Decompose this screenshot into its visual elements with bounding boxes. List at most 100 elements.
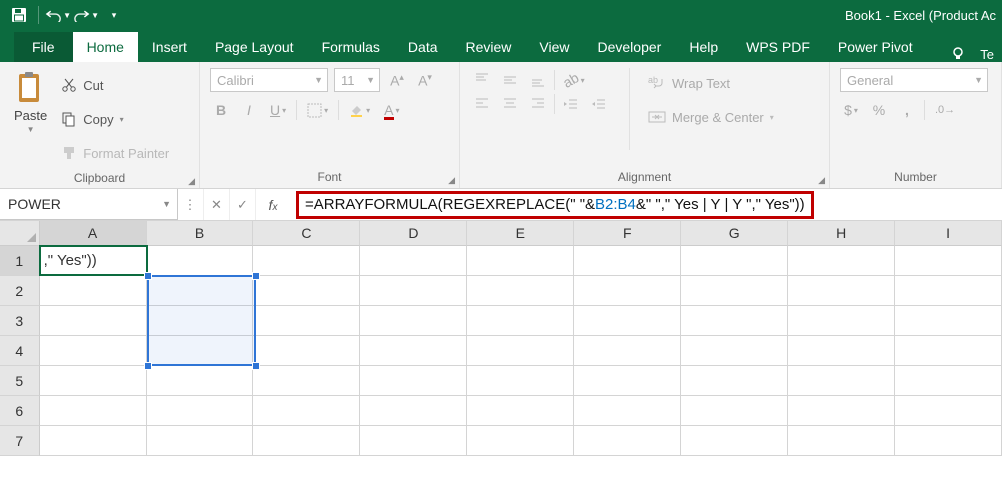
cell-C6[interactable] (253, 396, 360, 426)
cell-H7[interactable] (788, 426, 895, 456)
cell-I4[interactable] (895, 336, 1002, 366)
merge-center-button[interactable]: Merge & Center ▾ (648, 102, 774, 132)
insert-function-button[interactable]: fx (256, 189, 290, 220)
cell-E2[interactable] (467, 276, 574, 306)
cell-D2[interactable] (360, 276, 467, 306)
range-handle[interactable] (144, 272, 152, 280)
row-header-4[interactable]: 4 (0, 336, 40, 366)
cell-H5[interactable] (788, 366, 895, 396)
tab-home[interactable]: Home (73, 32, 138, 62)
cell-F4[interactable] (574, 336, 681, 366)
tab-file[interactable]: File (14, 32, 73, 62)
cell-C7[interactable] (253, 426, 360, 456)
cell-F1[interactable] (574, 246, 681, 276)
col-header-I[interactable]: I (895, 221, 1002, 246)
tab-data[interactable]: Data (394, 32, 452, 62)
cell-G2[interactable] (681, 276, 788, 306)
cell-C4[interactable] (253, 336, 360, 366)
align-bottom-button[interactable] (526, 68, 550, 92)
increase-decimal-button[interactable]: .0→ (931, 98, 959, 122)
cell-A1[interactable]: ," Yes")) (40, 246, 147, 276)
cell-H6[interactable] (788, 396, 895, 426)
worksheet-grid[interactable]: A B C D E F G H I 1 ," Yes")) 2 3 4 5 6 … (0, 221, 1002, 456)
enter-formula-button[interactable]: ✓ (230, 189, 256, 220)
cell-A4[interactable] (40, 336, 147, 366)
cell-E5[interactable] (467, 366, 574, 396)
underline-button[interactable]: U▾ (266, 98, 290, 122)
increase-indent-button[interactable] (587, 92, 611, 116)
cell-A3[interactable] (40, 306, 147, 336)
col-header-C[interactable]: C (253, 221, 360, 246)
align-center-button[interactable] (498, 92, 522, 116)
cell-F7[interactable] (574, 426, 681, 456)
cell-D7[interactable] (360, 426, 467, 456)
range-handle[interactable] (252, 272, 260, 280)
cell-D4[interactable] (360, 336, 467, 366)
row-header-7[interactable]: 7 (0, 426, 40, 456)
cell-I6[interactable] (895, 396, 1002, 426)
col-header-E[interactable]: E (467, 221, 574, 246)
bold-button[interactable]: B (210, 98, 232, 122)
tab-help[interactable]: Help (675, 32, 732, 62)
cell-I1[interactable] (895, 246, 1002, 276)
cell-A6[interactable] (40, 396, 147, 426)
italic-button[interactable]: I (238, 98, 260, 122)
qat-customize[interactable]: ▾ (101, 3, 127, 27)
cell-D5[interactable] (360, 366, 467, 396)
align-middle-button[interactable] (498, 68, 522, 92)
font-name-combo[interactable]: Calibri▼ (210, 68, 328, 92)
cell-B7[interactable] (147, 426, 254, 456)
save-button[interactable] (6, 3, 32, 27)
cell-E7[interactable] (467, 426, 574, 456)
formula-bar-expand[interactable]: ⋮ (178, 189, 204, 220)
cell-B6[interactable] (147, 396, 254, 426)
col-header-F[interactable]: F (574, 221, 681, 246)
range-handle[interactable] (144, 362, 152, 370)
cell-F6[interactable] (574, 396, 681, 426)
cell-G7[interactable] (681, 426, 788, 456)
dialog-launcher-icon[interactable]: ◢ (188, 176, 195, 187)
undo-button[interactable]: ▼ (45, 3, 71, 27)
row-header-6[interactable]: 6 (0, 396, 40, 426)
cell-A5[interactable] (40, 366, 147, 396)
decrease-indent-button[interactable] (559, 92, 583, 116)
comma-button[interactable]: , (896, 98, 918, 122)
orientation-button[interactable]: ab▾ (559, 68, 589, 92)
col-header-D[interactable]: D (360, 221, 467, 246)
cell-D1[interactable] (360, 246, 467, 276)
cell-H1[interactable] (788, 246, 895, 276)
col-header-B[interactable]: B (147, 221, 254, 246)
accounting-format-button[interactable]: $▾ (840, 98, 862, 122)
tab-view[interactable]: View (525, 32, 583, 62)
dialog-launcher-icon[interactable]: ◢ (818, 175, 825, 186)
cell-H4[interactable] (788, 336, 895, 366)
cell-B2[interactable] (147, 276, 254, 306)
cell-D6[interactable] (360, 396, 467, 426)
cell-G1[interactable] (681, 246, 788, 276)
cell-I2[interactable] (895, 276, 1002, 306)
cell-F2[interactable] (574, 276, 681, 306)
copy-button[interactable]: Copy ▾ (61, 104, 169, 134)
formula-input[interactable]: =ARRAYFORMULA(REGEXREPLACE(" "&B2:B4&" "… (290, 189, 1002, 220)
row-header-1[interactable]: 1 (0, 246, 40, 276)
tab-wps-pdf[interactable]: WPS PDF (732, 32, 824, 62)
cell-C2[interactable] (253, 276, 360, 306)
borders-button[interactable]: ▾ (303, 98, 332, 122)
redo-button[interactable]: ▼ (73, 3, 99, 27)
align-right-button[interactable] (526, 92, 550, 116)
cell-I7[interactable] (895, 426, 1002, 456)
cell-I3[interactable] (895, 306, 1002, 336)
range-handle[interactable] (252, 362, 260, 370)
col-header-G[interactable]: G (681, 221, 788, 246)
tell-me-label[interactable]: Te (980, 47, 994, 62)
lightbulb-icon[interactable] (950, 46, 966, 62)
cell-C3[interactable] (253, 306, 360, 336)
tab-review[interactable]: Review (452, 32, 526, 62)
increase-font-button[interactable]: A▴ (386, 68, 408, 92)
paste-button[interactable]: Paste ▼ (8, 68, 53, 136)
cell-B5[interactable] (147, 366, 254, 396)
cell-G3[interactable] (681, 306, 788, 336)
align-left-button[interactable] (470, 92, 494, 116)
cell-E1[interactable] (467, 246, 574, 276)
decrease-font-button[interactable]: A▾ (414, 68, 436, 92)
